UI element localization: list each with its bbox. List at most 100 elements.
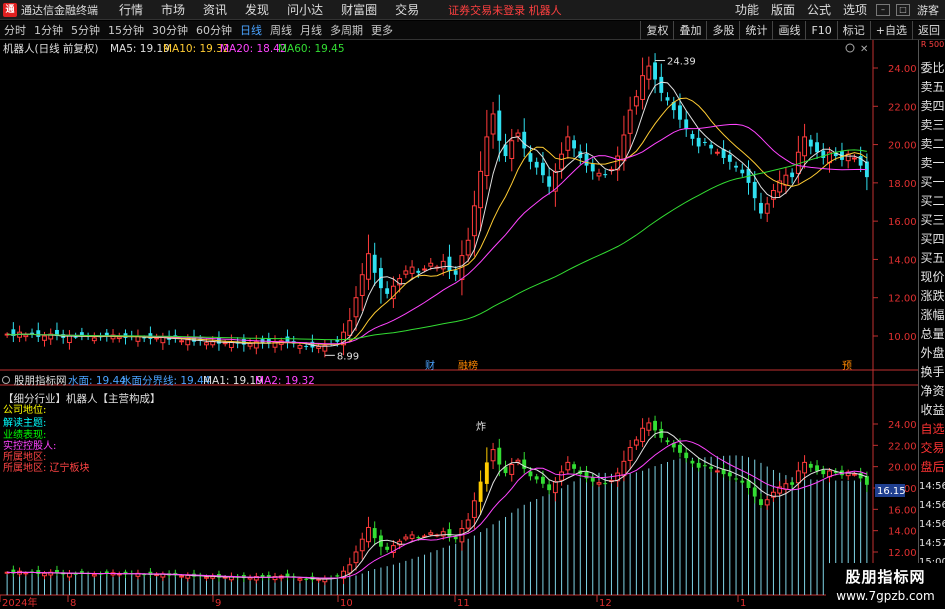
sub-candle: [646, 422, 652, 431]
panel-controls[interactable]: ✕: [845, 43, 868, 55]
sidebar-item[interactable]: 总量: [919, 325, 945, 344]
period-weekly[interactable]: 周线: [266, 22, 296, 38]
sidebar-item[interactable]: 卖五: [919, 78, 945, 97]
sidebar-item[interactable]: 自选: [919, 420, 945, 439]
sidebar-item[interactable]: 净资: [919, 382, 945, 401]
minimize-icon[interactable]: –: [876, 3, 890, 16]
sub-candle: [528, 471, 533, 477]
candle: [621, 134, 627, 162]
sub-candle: [596, 482, 602, 485]
menu-quotes[interactable]: 行情: [110, 1, 152, 18]
sidebar-item[interactable]: 买三: [919, 211, 945, 230]
sidebar-item[interactable]: 14:56: [919, 515, 945, 534]
info-line-theme: 解读主题:: [3, 416, 46, 429]
tool-mark[interactable]: 标记: [836, 20, 870, 40]
period-multi[interactable]: 多周期: [326, 22, 367, 38]
event-tag-finance[interactable]: 财: [425, 359, 435, 372]
period-more[interactable]: 更多: [367, 22, 397, 38]
menu-layout[interactable]: 版面: [765, 1, 801, 18]
sub-candle: [304, 578, 309, 580]
chart-area[interactable]: 24.00 22.00 20.00 18.00 16.00 14.00 12.00 10.00…: [0, 40, 918, 609]
current-price-value: 16.15: [877, 486, 906, 497]
sidebar-item[interactable]: 卖三: [919, 116, 945, 135]
sub-candle: [633, 439, 639, 446]
sidebar-item[interactable]: 买五: [919, 249, 945, 268]
sidebar-item[interactable]: 涨幅: [919, 306, 945, 325]
sidebar-item[interactable]: 换手: [919, 363, 945, 382]
sidebar-item[interactable]: 交易: [919, 439, 945, 458]
sub-candle: [864, 476, 869, 485]
settings-icon[interactable]: [845, 43, 855, 53]
restore-icon[interactable]: □: [896, 3, 910, 16]
candle: [416, 270, 421, 273]
candle: [802, 136, 808, 157]
sidebar-item[interactable]: 涨跌: [919, 287, 945, 306]
sidebar-item[interactable]: 买一: [919, 173, 945, 192]
period-daily[interactable]: 日线: [236, 22, 266, 38]
period-60min[interactable]: 60分钟: [192, 22, 236, 38]
x-tick-label: 10: [340, 598, 353, 609]
sidebar-item[interactable]: 买二: [919, 192, 945, 211]
sidebar-item[interactable]: 收益: [919, 401, 945, 420]
period-15min[interactable]: 15分钟: [104, 22, 148, 38]
sidebar-item[interactable]: 买四: [919, 230, 945, 249]
tool-adjust[interactable]: 复权: [640, 20, 673, 40]
menu-market[interactable]: 市场: [152, 1, 194, 18]
period-1min[interactable]: 1分钟: [30, 22, 67, 38]
sub-candle: [640, 427, 646, 443]
tool-multistock[interactable]: 多股: [706, 20, 739, 40]
sidebar-item[interactable]: 14:56: [919, 477, 945, 496]
menu-options[interactable]: 选项: [837, 1, 873, 18]
event-tag-forecast[interactable]: 预: [842, 360, 852, 372]
sub-candle: [204, 576, 209, 579]
sub-candle: [802, 461, 808, 474]
sidebar-item[interactable]: 盘后: [919, 458, 945, 477]
candle: [572, 140, 576, 149]
tool-draw[interactable]: 画线: [772, 20, 805, 40]
tool-stats[interactable]: 统计: [739, 20, 772, 40]
kline-chart[interactable]: 24.00 22.00 20.00 18.00 16.00 14.00 12.00 10.00…: [0, 40, 918, 609]
menu-formula[interactable]: 公式: [801, 1, 837, 18]
sidebar-item[interactable]: 14:57: [919, 534, 945, 553]
indicator-settings-icon[interactable]: [2, 376, 10, 384]
sub-candle: [366, 526, 371, 543]
sub-candle: [471, 500, 477, 518]
menu-news[interactable]: 资讯: [194, 1, 236, 18]
menu-trade[interactable]: 交易: [386, 1, 428, 18]
sidebar-item[interactable]: 14:56: [919, 496, 945, 515]
app-title: 通达信金融终端: [21, 3, 98, 17]
period-intraday[interactable]: 分时: [0, 22, 30, 38]
tool-back[interactable]: 返回: [912, 20, 945, 40]
period-5min[interactable]: 5分钟: [67, 22, 104, 38]
sidebar-item[interactable]: 卖二: [919, 135, 945, 154]
candle: [440, 260, 446, 270]
candle: [659, 76, 664, 93]
menu-wealth[interactable]: 财富圈: [332, 1, 386, 18]
period-monthly[interactable]: 月线: [296, 22, 326, 38]
login-warning[interactable]: 证券交易未登录 机器人: [448, 2, 562, 18]
tool-add-watch[interactable]: +自选: [869, 20, 912, 40]
sidebar-item[interactable]: 委比: [919, 59, 945, 78]
info-line-controller: 实控控股人:: [3, 439, 56, 452]
candle: [471, 205, 477, 237]
guest-user[interactable]: 游客: [917, 2, 939, 18]
period-30min[interactable]: 30分钟: [148, 22, 192, 38]
menu-discover[interactable]: 发现: [236, 1, 278, 18]
tool-overlay[interactable]: 叠加: [673, 20, 706, 40]
candle: [714, 151, 720, 154]
sub-candle: [696, 462, 701, 468]
candle: [79, 332, 84, 336]
sub-candle: [66, 572, 72, 578]
sidebar-item[interactable]: 卖四: [919, 97, 945, 116]
info-line-performance: 业绩表现:: [3, 428, 46, 441]
event-tag-margin[interactable]: 融榜: [458, 359, 478, 372]
tool-f10[interactable]: F10: [805, 20, 836, 40]
sub-candle: [590, 477, 595, 482]
menu-function[interactable]: 功能: [729, 1, 765, 18]
sidebar-item[interactable]: 现价: [919, 268, 945, 287]
candle: [73, 336, 78, 338]
sidebar-item[interactable]: 外盘: [919, 344, 945, 363]
sidebar-item[interactable]: 卖一: [919, 154, 945, 173]
close-icon[interactable]: ✕: [860, 44, 868, 55]
menu-ask[interactable]: 问小达: [278, 1, 332, 18]
